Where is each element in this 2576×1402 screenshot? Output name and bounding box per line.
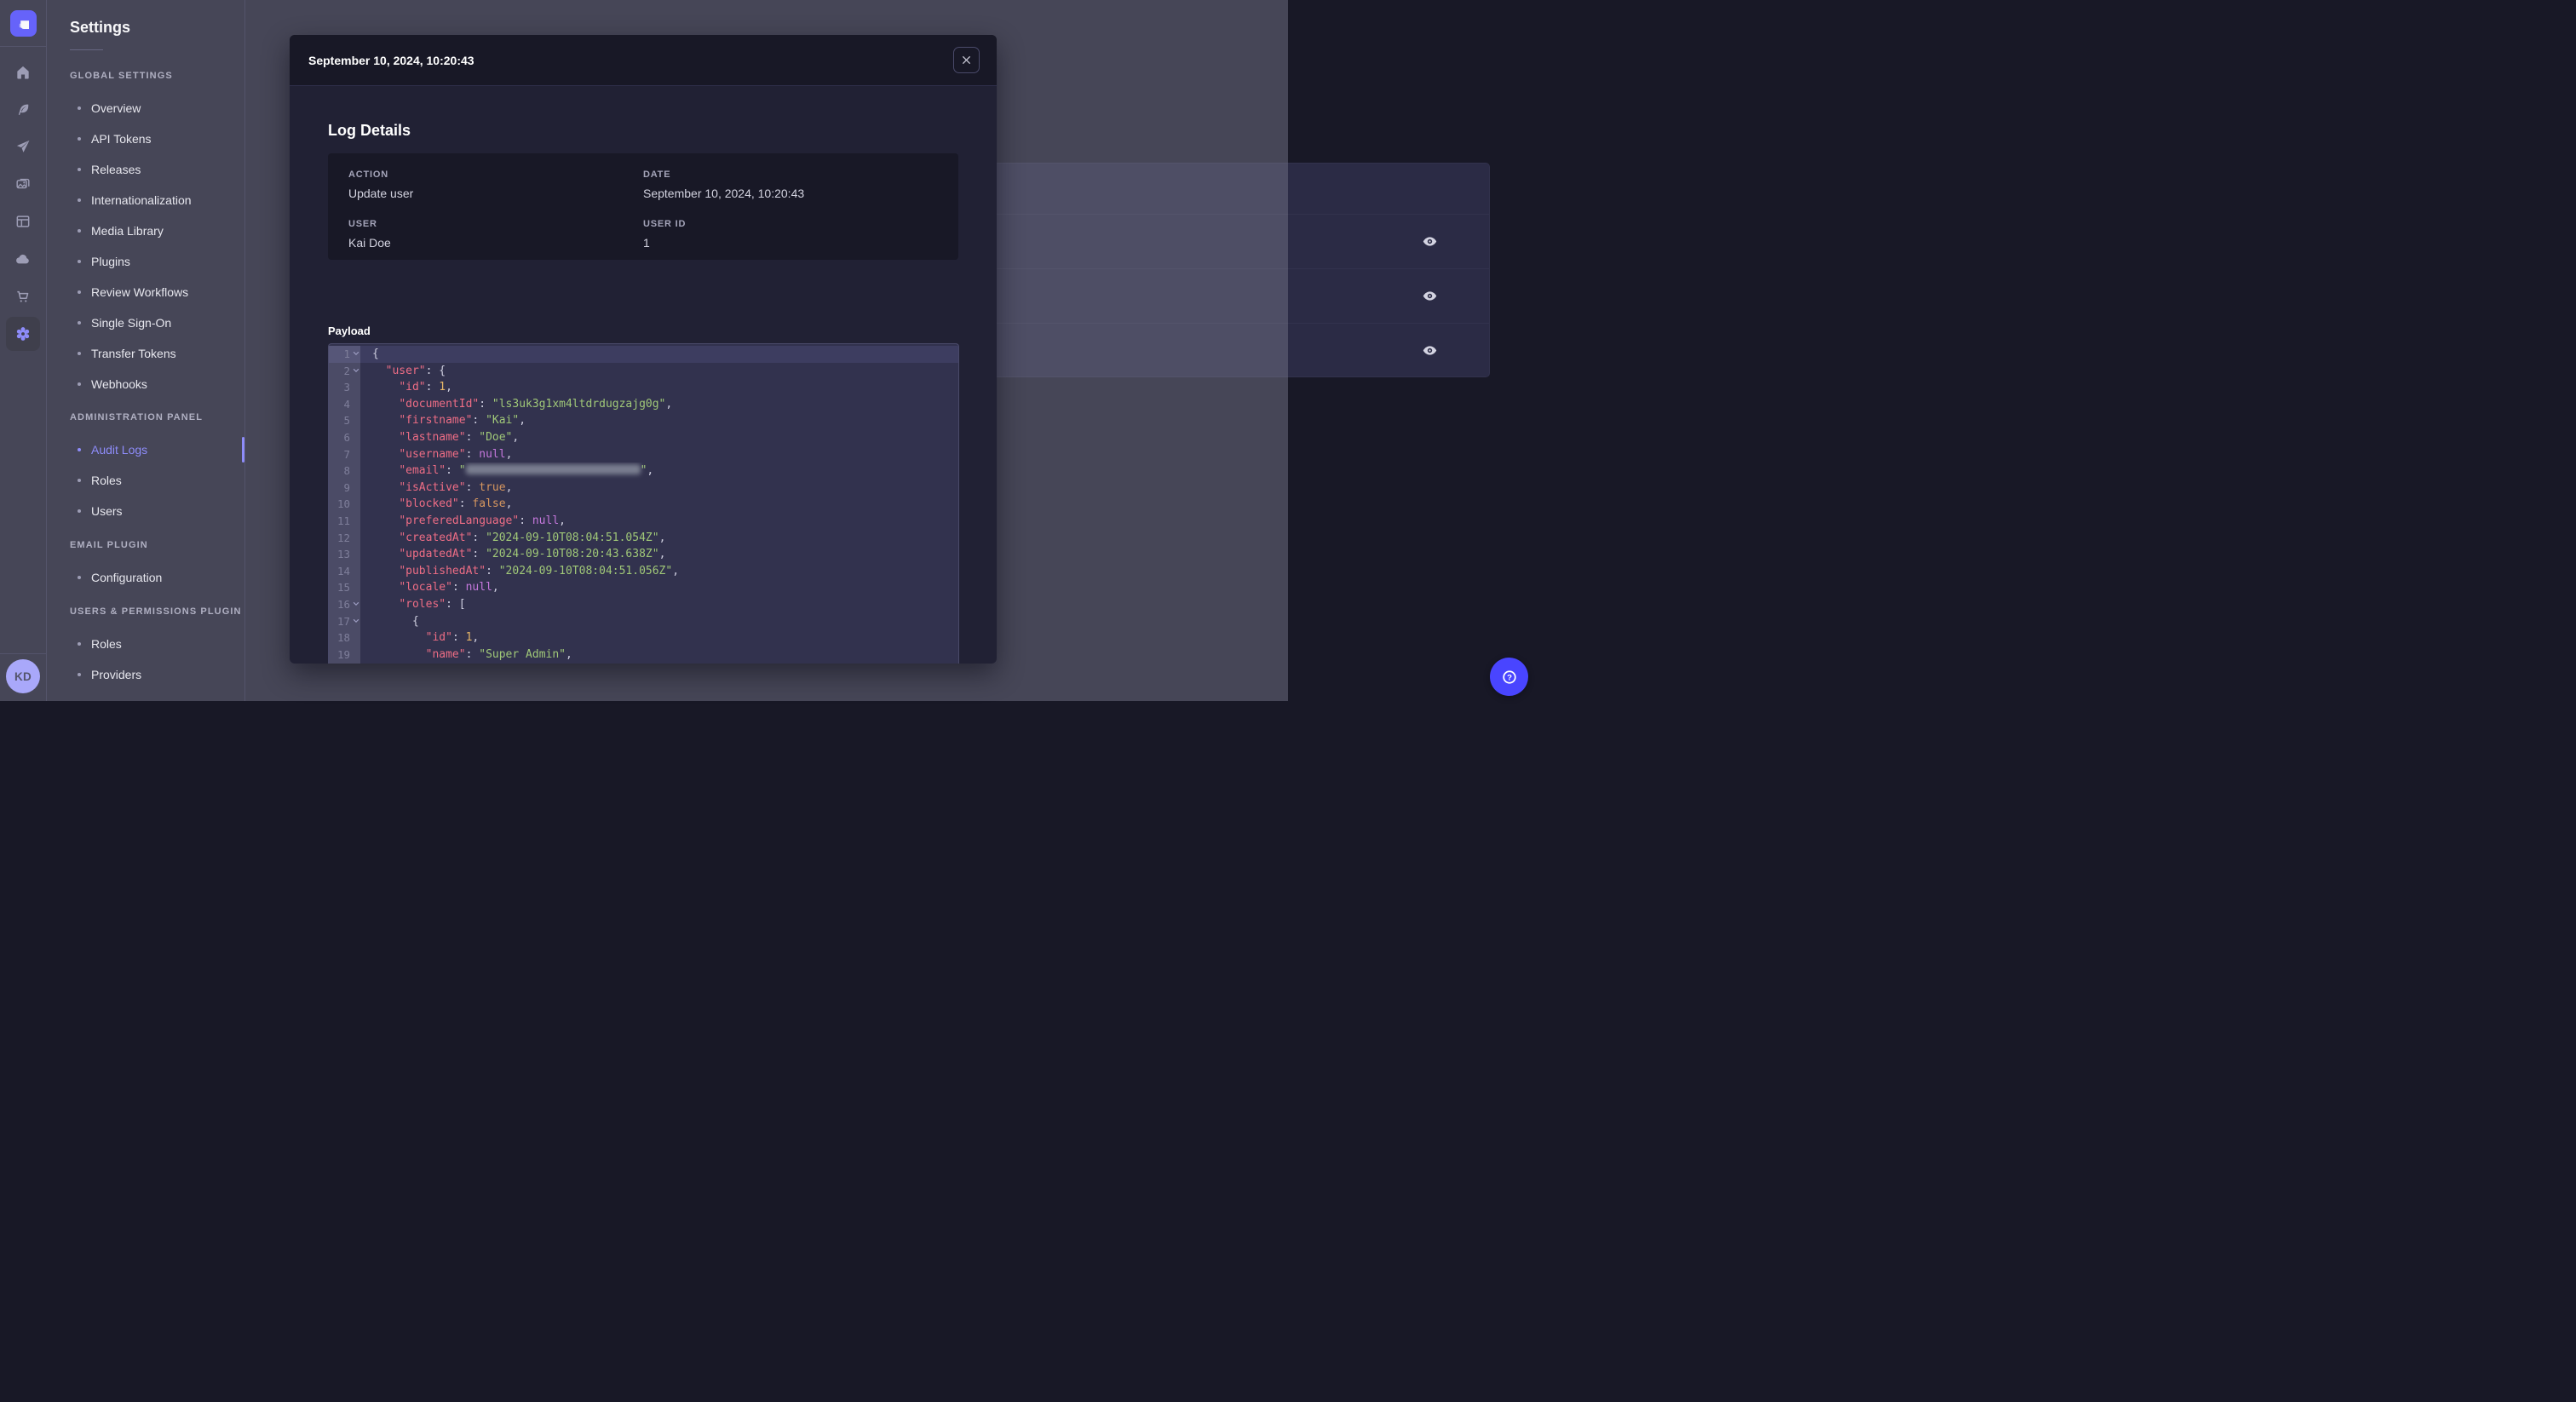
code-text: "name": "Super Admin", [425, 647, 572, 661]
payload-json-viewer[interactable]: 1{2 "user": {3 "id": 1, 4 "documentId": "… [328, 343, 959, 664]
code-text: "description": "Super Admins can access … [360, 663, 958, 664]
field-label: ACTION [348, 170, 388, 180]
question-mark-icon: ? [1502, 669, 1516, 684]
code-line: 17 { [329, 612, 958, 630]
fold-chevron-icon[interactable] [353, 600, 359, 607]
view-log-button[interactable] [1417, 229, 1441, 253]
code-line: 8 "email": " ", [329, 463, 958, 480]
code-line: 11 "preferedLanguage": null, [329, 512, 958, 530]
log-details-modal: September 10, 2024, 10:20:43 Log Details… [290, 35, 997, 664]
detail-field-date: DATE September 10, 2024, 10:20:43 [643, 170, 938, 200]
code-text: "username": null, [399, 447, 513, 461]
svg-text:?: ? [1507, 673, 1512, 682]
close-button[interactable] [953, 47, 980, 73]
field-label: USER [348, 219, 377, 229]
field-label: DATE [643, 170, 671, 180]
code-line: 18 "id": 1, [329, 629, 958, 646]
code-line: 2 "user": { [329, 362, 958, 380]
redacted-email-value [465, 464, 641, 475]
line-number: 18 [329, 629, 360, 646]
code-text: "roles": [ [399, 597, 466, 611]
line-number: 16 [329, 595, 360, 613]
line-number: 3 [329, 379, 360, 396]
detail-field-action: ACTION Update user [348, 170, 643, 200]
code-text: "locale": null, [399, 581, 499, 595]
code-text: "blocked": false, [399, 497, 513, 511]
modal-body: Log Details ACTION Update user DATE Septemb… [290, 86, 997, 664]
fold-chevron-icon[interactable] [353, 618, 359, 624]
code-line: 16 "roles": [ [329, 595, 958, 613]
view-log-button[interactable] [1417, 284, 1441, 307]
code-line: 12 "createdAt": "2024-09-10T08:04:51.054… [329, 529, 958, 547]
line-number: 12 [329, 529, 360, 547]
code-text: { [360, 346, 958, 363]
modal-header: September 10, 2024, 10:20:43 [290, 35, 997, 86]
code-text: "documentId": "ls3uk3g1xm4ltdrdugzajg0g"… [399, 397, 673, 411]
log-details-heading: Log Details [328, 122, 411, 139]
field-value: Kai Doe [348, 236, 391, 250]
line-number: 2 [329, 362, 360, 380]
modal-title: September 10, 2024, 10:20:43 [308, 53, 474, 67]
code-text: "preferedLanguage": null, [399, 514, 566, 527]
code-text: "id": 1, [425, 631, 480, 645]
line-number: 13 [329, 546, 360, 563]
line-number: 1 [329, 346, 360, 363]
field-label: USER ID [643, 219, 687, 229]
line-number: 4 [329, 395, 360, 413]
close-icon [963, 56, 970, 64]
line-number: 17 [329, 612, 360, 630]
field-value: 1 [643, 236, 650, 250]
code-text: "firstname": "Kai", [399, 414, 526, 428]
code-text: { [411, 614, 419, 628]
code-line: 14 "publishedAt": "2024-09-10T08:04:51.0… [329, 562, 958, 580]
code-line: 20 "description": "Super Admins can acce… [329, 663, 958, 664]
detail-field-user: USER Kai Doe [348, 219, 643, 250]
log-details-box: ACTION Update user DATE September 10, 2024,… [328, 153, 958, 260]
code-text: "isActive": true, [399, 480, 513, 494]
code-line: 5 "firstname": "Kai", [329, 412, 958, 429]
line-number: 19 [329, 646, 360, 664]
code-line: 15 "locale": null, [329, 579, 958, 596]
code-text: "updatedAt": "2024-09-10T08:20:43.638Z", [399, 548, 666, 561]
code-text: "id": 1, [399, 381, 452, 394]
fold-chevron-icon[interactable] [353, 350, 359, 357]
eye-icon [1423, 345, 1436, 355]
line-number: 11 [329, 512, 360, 530]
code-line: 1{ [329, 346, 958, 363]
code-line: 10 "blocked": false, [329, 496, 958, 513]
code-line: 19 "name": "Super Admin", [329, 646, 958, 664]
code-line: 4 "documentId": "ls3uk3g1xm4ltdrdugzajg0… [329, 395, 958, 413]
fold-chevron-icon[interactable] [353, 367, 359, 374]
line-number: 7 [329, 445, 360, 463]
line-number: 5 [329, 412, 360, 429]
line-number: 20 [329, 663, 360, 664]
payload-label: Payload [328, 325, 371, 337]
field-value: Update user [348, 187, 414, 200]
line-number: 10 [329, 496, 360, 513]
code-text: "publishedAt": "2024-09-10T08:04:51.056Z… [399, 564, 680, 577]
eye-icon [1423, 236, 1436, 246]
code-line: 13 "updatedAt": "2024-09-10T08:20:43.638… [329, 546, 958, 563]
code-line: 9 "isActive": true, [329, 479, 958, 497]
code-line: 7 "username": null, [329, 445, 958, 463]
code-text: "lastname": "Doe", [399, 430, 520, 444]
code-line: 6 "lastname": "Doe", [329, 428, 958, 446]
line-number: 8 [329, 463, 360, 480]
code-text: "user": { [385, 364, 446, 377]
code-text: "createdAt": "2024-09-10T08:04:51.054Z", [399, 531, 666, 544]
field-value: September 10, 2024, 10:20:43 [643, 187, 805, 200]
eye-icon [1423, 290, 1436, 301]
help-button[interactable]: ? [1490, 658, 1528, 696]
view-log-button[interactable] [1417, 338, 1441, 362]
line-number: 14 [329, 562, 360, 580]
line-number: 6 [329, 428, 360, 446]
code-text: "email": " ", [399, 464, 654, 478]
line-number: 15 [329, 579, 360, 596]
line-number: 9 [329, 479, 360, 497]
detail-field-user-id: USER ID 1 [643, 219, 938, 250]
code-line: 3 "id": 1, [329, 379, 958, 396]
